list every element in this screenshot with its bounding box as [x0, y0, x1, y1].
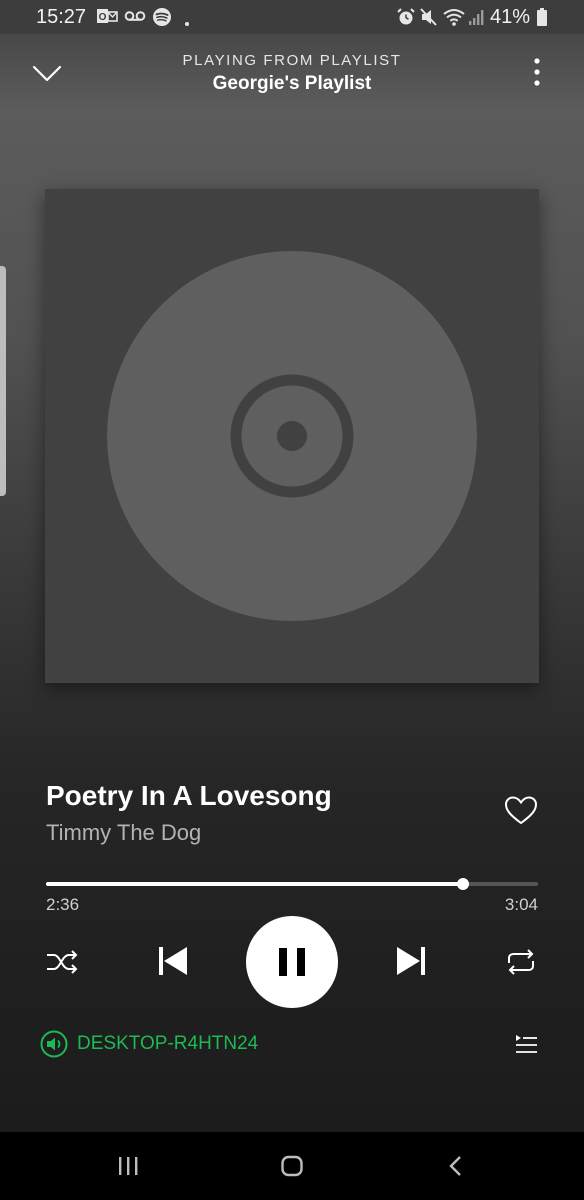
status-time: 15:27 — [36, 6, 87, 28]
android-nav-bar — [0, 1132, 584, 1200]
disc-icon — [107, 251, 477, 621]
album-artwork-placeholder — [45, 189, 539, 683]
now-playing-screen: 15:27 O 41% PLAYING FROM PLAYLIST Georgi… — [0, 0, 584, 1200]
more-vertical-icon — [534, 58, 540, 86]
elapsed-time: 2:36 — [46, 895, 80, 914]
spotify-icon — [152, 7, 172, 32]
more-options-button[interactable] — [526, 56, 548, 90]
pause-icon — [279, 948, 305, 976]
device-name: DESKTOP-R4HTN24 — [77, 1033, 259, 1054]
heart-icon — [504, 796, 538, 825]
mute-icon — [420, 7, 438, 32]
playlist-name[interactable]: Georgie's Playlist — [0, 73, 584, 95]
speaker-icon — [40, 1030, 68, 1058]
signal-icon — [468, 7, 486, 32]
outlook-icon: O — [96, 7, 118, 30]
next-icon — [397, 947, 425, 975]
svg-text:O: O — [99, 12, 107, 23]
voicemail-icon — [124, 7, 146, 30]
battery-icon — [536, 8, 548, 31]
status-bar: 15:27 O 41% — [0, 0, 584, 34]
home-icon — [281, 1155, 303, 1177]
battery-percent: 41% — [490, 6, 531, 28]
shuffle-button[interactable] — [44, 946, 80, 978]
playing-from-label: PLAYING FROM PLAYLIST — [182, 52, 402, 69]
shuffle-icon — [47, 950, 78, 974]
previous-button[interactable] — [156, 944, 190, 978]
like-button[interactable] — [504, 795, 538, 827]
repeat-icon — [508, 949, 534, 975]
previous-icon — [159, 947, 187, 975]
repeat-button[interactable] — [504, 946, 538, 978]
recent-apps-button[interactable] — [116, 1154, 140, 1183]
home-button[interactable] — [280, 1154, 304, 1183]
track-title: Poetry In A Lovesong — [46, 780, 332, 811]
wifi-icon — [442, 7, 466, 32]
back-icon — [449, 1156, 461, 1176]
recent-apps-icon — [119, 1157, 138, 1175]
next-button[interactable] — [394, 944, 428, 978]
back-button[interactable] — [444, 1154, 468, 1183]
track-artist[interactable]: Timmy The Dog — [46, 820, 201, 846]
pause-button[interactable] — [246, 916, 338, 1008]
progress-bar[interactable] — [46, 878, 538, 890]
progress-fill — [46, 882, 464, 886]
total-time: 3:04 — [504, 895, 538, 914]
queue-icon — [516, 1035, 537, 1053]
queue-button[interactable] — [514, 1034, 538, 1056]
progress-thumb[interactable] — [457, 878, 470, 890]
dot-icon — [184, 14, 190, 32]
alarm-icon — [396, 7, 416, 32]
edge-panel-handle[interactable] — [0, 266, 6, 496]
